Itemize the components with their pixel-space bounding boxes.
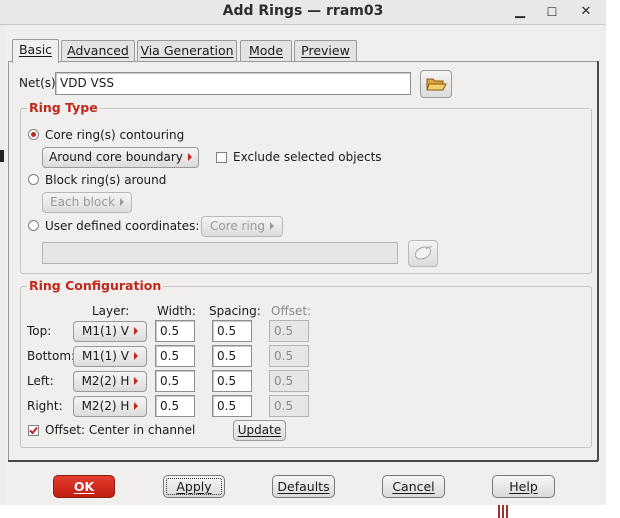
layer-value: M2(2) H	[81, 374, 130, 388]
mouse-icon	[414, 246, 433, 260]
width-input-left[interactable]: 0.5	[155, 370, 195, 392]
button-label: Apply	[176, 479, 212, 494]
layer-select-right[interactable]: M2(2) H	[73, 396, 147, 417]
spacing-input-top[interactable]: 0.5	[212, 320, 252, 342]
side-label-bottom: Bottom:	[27, 349, 76, 363]
cancel-button[interactable]: Cancel	[382, 475, 445, 498]
offset-input-left[interactable]: 0.5	[269, 370, 309, 392]
menu-arrow-icon	[119, 198, 124, 206]
button-label: Update	[237, 423, 282, 437]
checkmark-icon	[29, 426, 38, 435]
tab-preview[interactable]: Preview	[294, 40, 357, 62]
tab-advanced[interactable]: Advanced	[61, 40, 135, 62]
browse-nets-button[interactable]	[420, 70, 452, 98]
layer-select-left[interactable]: M2(2) H	[73, 371, 147, 392]
offset-header: Offset:	[271, 304, 312, 318]
width-input-right[interactable]: 0.5	[155, 395, 195, 417]
width-input-top[interactable]: 0.5	[155, 320, 195, 342]
width-header: Width:	[157, 304, 196, 318]
menu-arrow-icon	[134, 327, 138, 335]
tab-basic[interactable]: Basic	[12, 39, 59, 63]
background-bottom-edge	[0, 505, 606, 518]
each-block-button[interactable]: Each block	[42, 192, 132, 213]
menu-arrow-icon	[134, 402, 139, 410]
offset-center-checkbox[interactable]	[28, 425, 39, 436]
side-label-left: Left:	[27, 374, 54, 388]
button-label: Help	[509, 479, 538, 494]
menu-arrow-icon	[187, 153, 192, 161]
nets-label: Net(s):	[19, 76, 60, 90]
layer-select-bottom[interactable]: M1(1) V	[73, 346, 147, 367]
exclude-selected-label: Exclude selected objects	[233, 150, 382, 164]
user-defined-label: User defined coordinates:	[45, 219, 200, 233]
button-label: Each block	[50, 195, 115, 209]
button-label: OK	[73, 479, 95, 494]
update-button[interactable]: Update	[233, 420, 286, 441]
spacing-input-left[interactable]: 0.5	[212, 370, 252, 392]
menu-arrow-icon	[134, 377, 139, 385]
close-icon[interactable]: ✕	[577, 3, 595, 21]
width-input-bottom[interactable]: 0.5	[155, 345, 195, 367]
background-left-edge	[0, 24, 5, 518]
button-label: Core ring	[209, 219, 266, 233]
ring-type-title: Ring Type	[27, 100, 100, 115]
defaults-button[interactable]: Defaults	[272, 475, 335, 498]
layer-value: M1(1) V	[81, 349, 129, 363]
exclude-selected-checkbox[interactable]	[216, 152, 227, 163]
around-core-boundary-button[interactable]: Around core boundary	[42, 147, 199, 168]
core-ring-radio[interactable]	[28, 129, 39, 140]
ok-button[interactable]: OK	[53, 475, 115, 498]
tab-label: Advanced	[67, 43, 129, 58]
offset-input-right[interactable]: 0.5	[269, 395, 309, 417]
layer-header: Layer:	[92, 304, 130, 318]
pick-coordinates-button[interactable]	[408, 240, 438, 267]
button-label: Cancel	[392, 479, 435, 494]
tab-label: Mode	[248, 43, 284, 58]
spacing-input-bottom[interactable]: 0.5	[212, 345, 252, 367]
offset-center-label: Offset: Center in channel	[45, 423, 196, 437]
tab-label: Via Generation	[140, 43, 234, 58]
offset-input-top[interactable]: 0.5	[269, 320, 309, 342]
nets-input[interactable]: VDD VSS	[55, 72, 411, 95]
layer-select-top[interactable]: M1(1) V	[73, 321, 147, 342]
button-label: Around core boundary	[49, 150, 183, 164]
ring-configuration-title: Ring Configuration	[27, 278, 164, 293]
background-artifact-dots	[498, 505, 510, 518]
tab-via-generation[interactable]: Via Generation	[137, 40, 237, 62]
tab-label: Basic	[18, 42, 53, 57]
tab-label: Preview	[301, 43, 350, 58]
menu-arrow-icon	[134, 352, 138, 360]
side-label-right: Right:	[27, 399, 63, 413]
layer-value: M2(2) H	[81, 399, 130, 413]
side-label-top: Top:	[27, 324, 52, 338]
apply-button[interactable]: Apply	[163, 475, 225, 498]
panel-shadow	[597, 61, 599, 461]
spacing-input-right[interactable]: 0.5	[212, 395, 252, 417]
core-ring-button[interactable]: Core ring	[201, 216, 283, 237]
block-ring-radio[interactable]	[28, 174, 39, 185]
core-ring-label: Core ring(s) contouring	[45, 128, 185, 142]
button-label: Defaults	[277, 479, 330, 494]
menu-arrow-icon	[270, 222, 275, 230]
spacing-header: Spacing:	[209, 304, 261, 318]
offset-input-bottom[interactable]: 0.5	[269, 345, 309, 367]
user-defined-radio[interactable]	[28, 220, 39, 231]
help-button[interactable]: Help	[492, 475, 555, 498]
block-ring-label: Block ring(s) around	[45, 173, 167, 187]
background-desktop	[606, 0, 620, 518]
folder-open-icon	[426, 78, 447, 91]
coordinates-input[interactable]	[42, 242, 398, 264]
tab-mode[interactable]: Mode	[240, 40, 292, 62]
minimize-icon[interactable]: ▁	[511, 3, 529, 21]
panel-shadow	[8, 460, 598, 462]
maximize-icon[interactable]: ☐	[543, 3, 561, 21]
layer-value: M1(1) V	[81, 324, 129, 338]
background-artifact	[0, 150, 4, 162]
